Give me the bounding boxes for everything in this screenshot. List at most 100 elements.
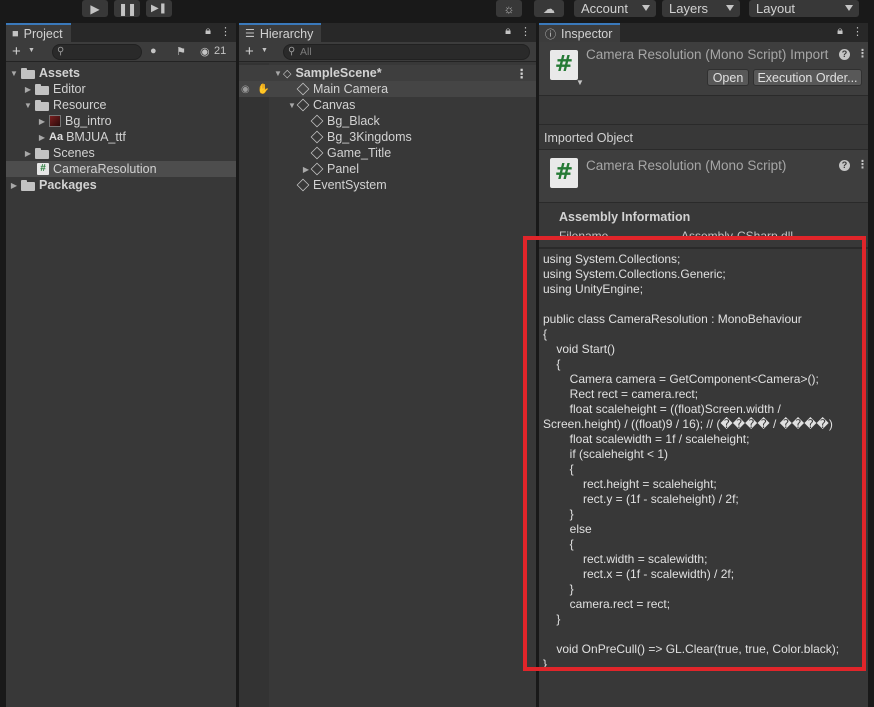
kebab-menu-icon[interactable]: ⋮ bbox=[857, 158, 868, 171]
hidden-packages-icon[interactable]: ◉ bbox=[200, 45, 210, 58]
cloud-button[interactable]: ☁ bbox=[534, 0, 564, 17]
script-header: # Camera Resolution (Mono Script) ? ⋮ bbox=[539, 149, 868, 203]
layers-dropdown[interactable]: Layers bbox=[662, 0, 740, 17]
open-button[interactable]: Open bbox=[707, 69, 749, 86]
tab-inspector-label: Inspector bbox=[561, 26, 613, 41]
tree-item-bmjua-ttf[interactable]: ▶ Aa BMJUA_ttf bbox=[6, 129, 236, 145]
tab-hierarchy[interactable]: ☰ Hierarchy bbox=[239, 23, 322, 42]
chevron-down-icon bbox=[845, 5, 853, 11]
kebab-menu-icon[interactable]: ⋮ bbox=[852, 25, 863, 38]
layout-dropdown[interactable]: Layout bbox=[749, 0, 859, 17]
import-settings-body bbox=[539, 97, 868, 125]
kebab-menu-icon[interactable]: ⋮ bbox=[516, 66, 529, 81]
project-tree: ▼ Assets ▶ Editor ▼ Resource ▶ Bg_intro … bbox=[6, 63, 236, 707]
execution-order-button[interactable]: Execution Order... bbox=[753, 69, 862, 86]
account-label: Account bbox=[581, 1, 628, 16]
play-button[interactable]: ▶ bbox=[82, 0, 108, 17]
lock-icon[interactable]: 🔒︎ bbox=[505, 25, 511, 38]
pause-button[interactable]: ❚❚ bbox=[114, 0, 140, 17]
tree-item-editor[interactable]: ▶ Editor bbox=[6, 81, 236, 97]
tree-item-camera-resolution[interactable]: # CameraResolution bbox=[6, 161, 236, 177]
main-toolbar: ▶ ❚❚ ▶❚ ☼ Account ☁ Layers Layout bbox=[0, 0, 874, 19]
unity-scene-icon: ◇ bbox=[283, 67, 292, 80]
caret-right-icon: ▶ bbox=[302, 164, 310, 174]
caret-down-icon: ▼ bbox=[288, 100, 296, 110]
tab-project-label: Project bbox=[23, 26, 63, 41]
kebab-menu-icon[interactable]: ⋮ bbox=[520, 25, 531, 38]
tree-item-bg-intro[interactable]: ▶ Bg_intro bbox=[6, 113, 236, 129]
gameobject-cube-icon bbox=[310, 162, 324, 176]
hidden-count: 21 bbox=[214, 45, 227, 57]
collab-button[interactable]: ☼ bbox=[496, 0, 522, 17]
search-icon: ⚲ bbox=[288, 46, 296, 57]
help-icon[interactable]: ? bbox=[839, 160, 850, 171]
tab-project[interactable]: ■ Project bbox=[6, 23, 71, 42]
tab-inspector[interactable]: ⓘ Inspector bbox=[539, 23, 621, 42]
layers-label: Layers bbox=[669, 1, 709, 16]
filter-type-icon[interactable]: ● bbox=[150, 45, 157, 57]
caret-down-icon: ▼ bbox=[24, 100, 32, 110]
pick-hand-icon[interactable]: ✋ bbox=[257, 84, 269, 95]
tree-item-bg-3kingdoms[interactable]: Bg_3Kingdoms bbox=[239, 129, 536, 145]
tree-item-resource[interactable]: ▼ Resource bbox=[6, 97, 236, 113]
tag-icon[interactable]: ⚑ bbox=[176, 45, 186, 58]
gameobject-cube-icon bbox=[310, 146, 324, 160]
sun-gear-icon: ☼ bbox=[503, 1, 515, 16]
search-icon: ⚲ bbox=[57, 46, 65, 57]
tree-item-bg-black[interactable]: Bg_Black bbox=[239, 113, 536, 129]
kebab-menu-icon[interactable]: ⋮ bbox=[220, 25, 231, 38]
eye-icon[interactable]: ◉ bbox=[241, 84, 250, 95]
tree-item-event-system[interactable]: EventSystem bbox=[239, 177, 536, 193]
play-icon: ▶ bbox=[90, 1, 100, 16]
hierarchy-search-input[interactable]: ⚲ All bbox=[283, 44, 530, 60]
cloud-icon: ☁ bbox=[543, 1, 555, 16]
gameobject-cube-icon bbox=[296, 82, 310, 96]
caret-down-icon: ▼ bbox=[10, 68, 18, 78]
pause-icon: ❚❚ bbox=[117, 1, 137, 16]
assembly-info-label: Assembly Information bbox=[559, 210, 691, 224]
tree-item-canvas[interactable]: ▼ Canvas bbox=[239, 97, 536, 113]
step-icon: ▶❚ bbox=[150, 3, 168, 14]
chevron-down-icon bbox=[642, 5, 650, 11]
gameobject-cube-icon bbox=[296, 178, 310, 192]
import-settings-header: # ▼ Camera Resolution (Mono Script) Impo… bbox=[539, 42, 868, 96]
folder-icon bbox=[21, 180, 35, 191]
account-dropdown[interactable]: Account bbox=[574, 0, 656, 17]
project-search-input[interactable]: ⚲ bbox=[52, 44, 142, 60]
chevron-down-icon: ▼ bbox=[261, 47, 268, 54]
inspector-tabbar: ⓘ Inspector 🔒︎ ⋮ bbox=[539, 23, 868, 42]
layout-label: Layout bbox=[756, 1, 796, 16]
script-title: Camera Resolution (Mono Script) bbox=[586, 158, 787, 173]
tree-item-main-camera[interactable]: ◉ ✋ Main Camera bbox=[239, 81, 536, 97]
caret-right-icon: ▶ bbox=[10, 180, 18, 190]
chevron-down-icon: ▼ bbox=[576, 78, 584, 87]
add-icon[interactable]: + bbox=[245, 43, 254, 60]
csharp-script-icon: # bbox=[37, 163, 49, 175]
info-icon: ⓘ bbox=[545, 28, 556, 41]
tree-item-scenes[interactable]: ▶ Scenes bbox=[6, 145, 236, 161]
tab-hierarchy-label: Hierarchy bbox=[259, 26, 314, 41]
list-icon: ☰ bbox=[245, 28, 255, 40]
kebab-menu-icon[interactable]: ⋮ bbox=[857, 47, 868, 60]
import-header-title: Camera Resolution (Mono Script) Import bbox=[586, 47, 829, 62]
tree-item-sample-scene[interactable]: ▼ ◇ SampleScene* ⋮ bbox=[239, 65, 536, 81]
project-tabbar: ■ Project 🔒︎ ⋮ bbox=[6, 23, 236, 42]
help-icon[interactable]: ? bbox=[839, 49, 850, 60]
tree-item-panel[interactable]: ▶ Panel bbox=[239, 161, 536, 177]
add-icon[interactable]: + bbox=[12, 43, 21, 60]
imported-object-label: Imported Object bbox=[544, 131, 633, 145]
tree-item-game-title[interactable]: Game_Title bbox=[239, 145, 536, 161]
lock-icon[interactable]: 🔒︎ bbox=[837, 25, 843, 38]
tree-item-assets[interactable]: ▼ Assets bbox=[6, 65, 236, 81]
caret-down-icon: ▼ bbox=[274, 68, 282, 78]
step-button[interactable]: ▶❚ bbox=[146, 0, 172, 17]
chevron-down-icon: ▼ bbox=[28, 47, 35, 54]
tree-item-packages[interactable]: ▶ Packages bbox=[6, 177, 236, 193]
folder-icon bbox=[35, 148, 49, 159]
project-panel: ■ Project 🔒︎ ⋮ + ▼ ⚲ ● ⚑ ◉ 21 ▼ Assets ▶… bbox=[6, 23, 236, 707]
chevron-down-icon bbox=[726, 5, 734, 11]
gameobject-cube-icon bbox=[296, 98, 310, 112]
lock-icon[interactable]: 🔒︎ bbox=[205, 25, 211, 38]
hierarchy-panel: ☰ Hierarchy 🔒︎ ⋮ + ▼ ⚲ All ▼ ◇ SampleSce… bbox=[239, 23, 536, 707]
hierarchy-toolbar: + ▼ ⚲ All bbox=[239, 42, 536, 62]
